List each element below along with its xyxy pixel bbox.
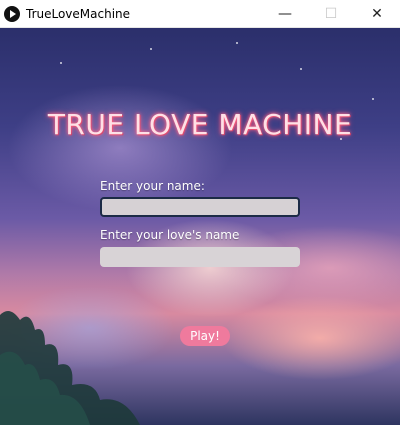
app-heading: TRUE LOVE MACHINE — [47, 108, 353, 141]
trees-decoration — [0, 311, 140, 425]
close-icon: ✕ — [371, 6, 383, 22]
love-name-input[interactable] — [100, 247, 300, 267]
maximize-icon: ☐ — [324, 6, 338, 22]
play-button[interactable]: Play! — [180, 326, 230, 346]
window-title: TrueLoveMachine — [26, 6, 131, 21]
love-name-label: Enter your love's name — [100, 228, 240, 242]
minimize-icon: — — [278, 6, 292, 22]
maximize-button[interactable]: ☐ — [308, 0, 354, 28]
minimize-button[interactable]: — — [262, 0, 308, 28]
your-name-input[interactable] — [100, 197, 300, 217]
window-controls: — ☐ ✕ — [262, 0, 400, 28]
play-icon — [4, 5, 20, 22]
title-bar: TrueLoveMachine — ☐ ✕ — [0, 0, 400, 28]
sky-background: TRUE LOVE MACHINE Enter your name: Enter… — [0, 28, 400, 425]
name-label: Enter your name: — [100, 179, 205, 193]
close-button[interactable]: ✕ — [354, 0, 400, 28]
app-window: TrueLoveMachine — ☐ ✕ TRUE LOVE MACHINE … — [0, 0, 400, 425]
